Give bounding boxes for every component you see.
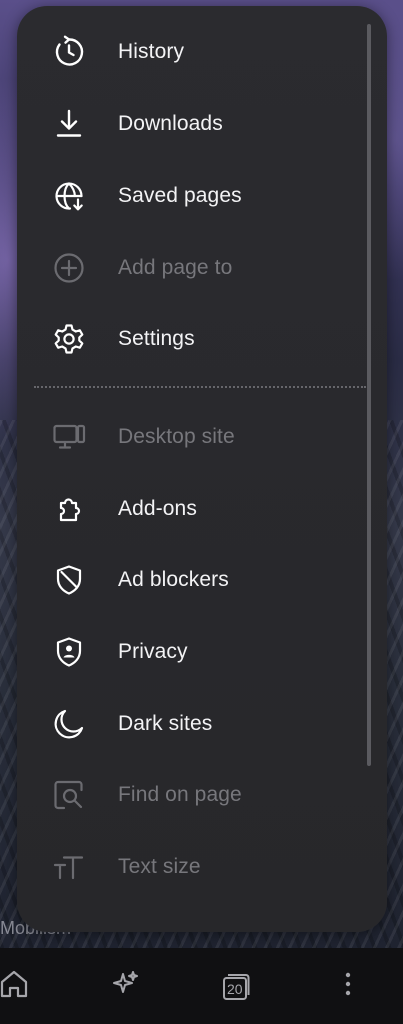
desktop-icon: [51, 419, 87, 455]
menu-item-label: Settings: [118, 327, 195, 350]
menu-divider: [34, 386, 366, 388]
tabs-count: 20: [227, 981, 243, 997]
moon-icon: [51, 706, 87, 742]
menu-item-label: Downloads: [118, 112, 223, 135]
menu-item-find-on-page[interactable]: Find on page: [17, 765, 362, 825]
menu-item-ad-blockers[interactable]: Ad blockers: [17, 550, 362, 610]
menu-item-label: Desktop site: [118, 425, 235, 448]
saved-pages-icon: [51, 178, 87, 214]
menu-item-label: Ad blockers: [118, 568, 229, 591]
tabs-button[interactable]: 20: [214, 964, 258, 1008]
menu-item-add-ons[interactable]: Add-ons: [17, 479, 362, 539]
more-options-button[interactable]: [326, 964, 370, 1008]
menu-item-history[interactable]: History: [17, 22, 362, 82]
menu-item-dark-sites[interactable]: Dark sites: [17, 694, 362, 754]
home-icon: [0, 968, 30, 1005]
menu-item-label: History: [118, 40, 185, 63]
sparkle-icon: [109, 968, 141, 1005]
puzzle-icon: [51, 491, 87, 527]
browser-overflow-menu: History Downloads Saved pages Add page t…: [17, 6, 387, 932]
tabs-icon: 20: [220, 970, 252, 1002]
bottom-navigation-bar: 20: [0, 948, 403, 1024]
menu-item-label: Saved pages: [118, 184, 242, 207]
assistant-button[interactable]: [103, 964, 147, 1008]
plus-circle-icon: [51, 250, 87, 286]
menu-item-label: Find on page: [118, 783, 242, 806]
more-vertical-icon: [332, 968, 364, 1005]
menu-item-settings[interactable]: Settings: [17, 309, 362, 369]
menu-item-add-page-to[interactable]: Add page to: [17, 238, 362, 298]
menu-item-label: Add page to: [118, 256, 233, 279]
home-button[interactable]: [0, 964, 36, 1008]
menu-scrollbar[interactable]: [367, 24, 371, 766]
text-size-icon: [51, 849, 87, 885]
menu-item-desktop-site[interactable]: Desktop site: [17, 407, 362, 467]
menu-item-text-size[interactable]: Text size: [17, 837, 362, 897]
find-icon: [51, 777, 87, 813]
menu-item-label: Add-ons: [118, 497, 197, 520]
privacy-shield-icon: [51, 634, 87, 670]
menu-item-downloads[interactable]: Downloads: [17, 94, 362, 154]
menu-item-label: Dark sites: [118, 712, 213, 735]
menu-item-saved-pages[interactable]: Saved pages: [17, 166, 362, 226]
shield-slash-icon: [51, 562, 87, 598]
menu-item-label: Privacy: [118, 640, 188, 663]
gear-icon: [51, 321, 87, 357]
menu-item-privacy[interactable]: Privacy: [17, 622, 362, 682]
download-icon: [51, 106, 87, 142]
menu-item-label: Text size: [118, 855, 201, 878]
history-icon: [51, 34, 87, 70]
